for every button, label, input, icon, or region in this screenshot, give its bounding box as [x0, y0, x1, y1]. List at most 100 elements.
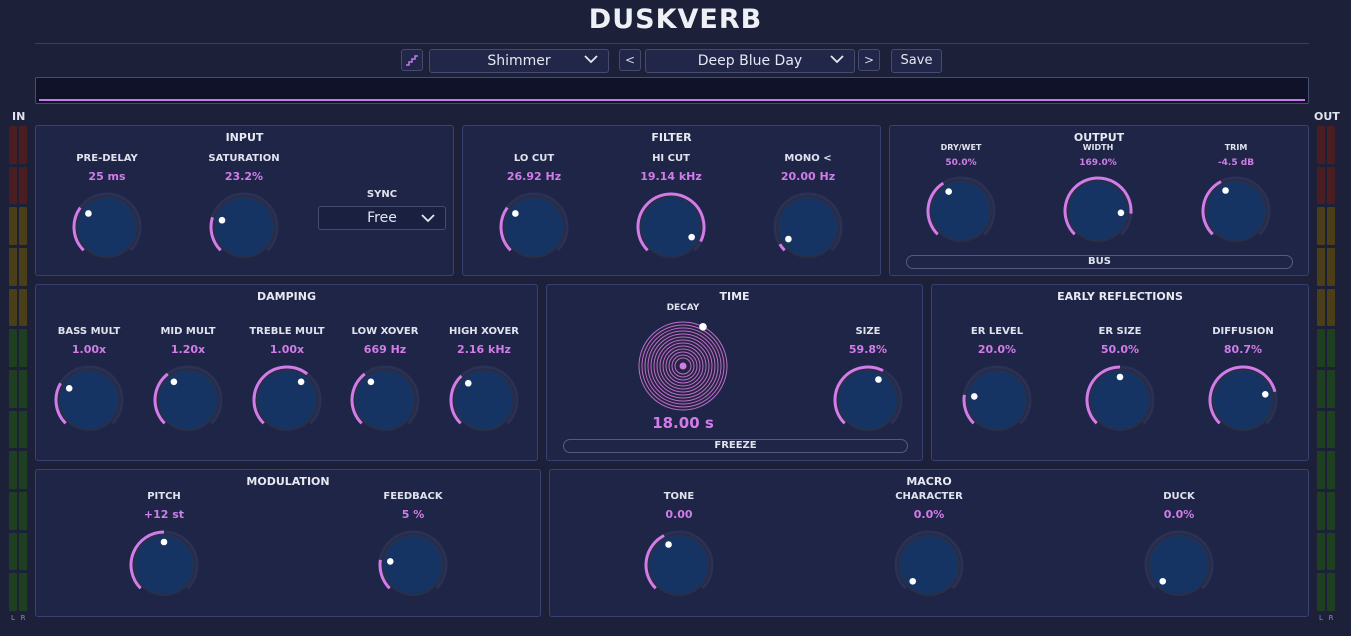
- locut-dial[interactable]: [499, 192, 569, 262]
- pitch-knob[interactable]: PITCH +12 st: [124, 491, 204, 600]
- low-xover-knob[interactable]: LOW XOVER 669 Hz: [345, 326, 425, 435]
- width-dial[interactable]: [1063, 176, 1133, 246]
- tone-label: TONE: [663, 491, 695, 502]
- character-body: [898, 534, 960, 596]
- trim-knob[interactable]: TRIM -4.5 dB: [1196, 143, 1276, 246]
- mid-mult-knob[interactable]: MID MULT 1.20x: [148, 326, 228, 435]
- decay-knob[interactable]: [635, 318, 731, 414]
- feedback-body: [382, 534, 444, 596]
- er-level-dial[interactable]: [962, 365, 1032, 435]
- filter-title: FILTER: [651, 131, 692, 144]
- mid-mult-body: [157, 369, 219, 431]
- character-dial[interactable]: [894, 530, 964, 600]
- saturation-body: [213, 196, 275, 258]
- drywet-knob[interactable]: DRY/WET 50.0%: [921, 143, 1001, 246]
- bass-mult-dial[interactable]: [54, 365, 124, 435]
- size-dial[interactable]: [833, 365, 903, 435]
- treble-mult-indicator: [297, 378, 305, 386]
- meter-segment: [9, 207, 17, 246]
- er-size-dial[interactable]: [1085, 365, 1155, 435]
- mono-knob[interactable]: MONO < 20.00 Hz: [768, 153, 848, 262]
- er-size-knob[interactable]: ER SIZE 50.0%: [1080, 326, 1160, 435]
- high-xover-knob[interactable]: HIGH XOVER 2.16 kHz: [444, 326, 524, 435]
- tone-dial[interactable]: [644, 530, 714, 600]
- drywet-indicator: [945, 188, 952, 195]
- mono-body: [777, 196, 839, 258]
- meter-segment: [1327, 166, 1335, 205]
- bass-mult-knob[interactable]: BASS MULT 1.00x: [49, 326, 129, 435]
- trim-indicator: [1222, 187, 1229, 194]
- hicut-knob[interactable]: HI CUT 19.14 kHz: [631, 153, 711, 262]
- bus-button[interactable]: BUS: [906, 255, 1293, 269]
- predelay-dial[interactable]: [72, 192, 142, 262]
- width-knob[interactable]: WIDTH 169.0%: [1058, 143, 1138, 246]
- locut-label: LO CUT: [513, 153, 555, 164]
- drywet-value: 50.0%: [945, 158, 977, 168]
- diffusion-indicator: [1261, 390, 1269, 398]
- hicut-dial[interactable]: [636, 192, 706, 262]
- hicut-value: 19.14 kHz: [640, 170, 702, 183]
- meter-segment: [9, 288, 17, 327]
- meter-segment: [1317, 573, 1325, 612]
- damping-panel: DAMPING BASS MULT 1.00x MID MULT 1.20x TRE…: [35, 284, 538, 461]
- duck-knob[interactable]: DUCK 0.0%: [1139, 491, 1219, 600]
- meter-channel-l: L: [1317, 126, 1325, 622]
- treble-mult-label: TREBLE MULT: [249, 326, 325, 337]
- title-divider: [35, 43, 1309, 44]
- character-value: 0.0%: [913, 508, 945, 521]
- low-xover-body: [354, 369, 416, 431]
- high-xover-dial[interactable]: [449, 365, 519, 435]
- stairs-icon[interactable]: [401, 49, 423, 71]
- freeze-button[interactable]: FREEZE: [563, 439, 908, 453]
- treble-mult-knob[interactable]: TREBLE MULT 1.00x: [247, 326, 327, 435]
- duck-dial[interactable]: [1144, 530, 1214, 600]
- preset-dropdown[interactable]: Deep Blue Day: [645, 49, 855, 73]
- diffusion-knob[interactable]: DIFFUSION 80.7%: [1203, 326, 1283, 435]
- meter-segment: [9, 166, 17, 205]
- meter-segment: [1317, 248, 1325, 286]
- diffusion-dial[interactable]: [1208, 365, 1278, 435]
- tone-value: 0.00: [665, 508, 693, 521]
- algorithm-dropdown[interactable]: Shimmer: [429, 49, 609, 73]
- locut-knob[interactable]: LO CUT 26.92 Hz: [494, 153, 574, 262]
- feedback-dial[interactable]: [378, 530, 448, 600]
- meter-segment: [1317, 126, 1325, 164]
- predelay-knob[interactable]: PRE-DELAY 25 ms: [67, 153, 147, 262]
- treble-mult-dial[interactable]: [252, 365, 322, 435]
- trim-dial[interactable]: [1201, 176, 1271, 246]
- size-knob[interactable]: SIZE 59.8%: [828, 326, 908, 435]
- prev-preset-button[interactable]: <: [619, 49, 641, 71]
- er-level-indicator: [970, 393, 978, 400]
- save-button[interactable]: Save: [891, 49, 942, 73]
- meter-segment: [19, 166, 27, 205]
- feedback-knob[interactable]: FEEDBACK 5 %: [373, 491, 453, 600]
- input-meter: LR: [9, 126, 27, 622]
- saturation-dial[interactable]: [209, 192, 279, 262]
- mono-dial[interactable]: [773, 192, 843, 262]
- duck-value: 0.0%: [1163, 508, 1195, 521]
- meter-segment: [1317, 410, 1325, 449]
- chevron-down-icon: [830, 55, 844, 64]
- low-xover-label: LOW XOVER: [351, 326, 419, 337]
- drywet-dial[interactable]: [926, 176, 996, 246]
- tone-knob[interactable]: TONE 0.00: [639, 491, 719, 600]
- er-level-body: [966, 369, 1028, 431]
- trim-value: -4.5 dB: [1217, 158, 1255, 168]
- meter-segment: [1327, 532, 1335, 571]
- diffusion-label: DIFFUSION: [1212, 326, 1274, 337]
- low-xover-dial[interactable]: [350, 365, 420, 435]
- sync-dropdown[interactable]: Free: [318, 206, 446, 230]
- high-xover-indicator: [464, 379, 472, 387]
- next-preset-button[interactable]: >: [858, 49, 880, 71]
- er-level-knob[interactable]: ER LEVEL 20.0%: [957, 326, 1037, 435]
- meter-segment: [9, 451, 17, 490]
- er-level-label: ER LEVEL: [970, 326, 1024, 337]
- meter-segment: [9, 329, 17, 368]
- feedback-value: 5 %: [401, 508, 425, 521]
- mid-mult-dial[interactable]: [153, 365, 223, 435]
- character-knob[interactable]: CHARACTER 0.0%: [889, 491, 969, 600]
- sync-label: SYNC: [366, 189, 398, 200]
- saturation-label: SATURATION: [208, 153, 280, 164]
- pitch-dial[interactable]: [129, 530, 199, 600]
- saturation-knob[interactable]: SATURATION 23.2%: [204, 153, 284, 262]
